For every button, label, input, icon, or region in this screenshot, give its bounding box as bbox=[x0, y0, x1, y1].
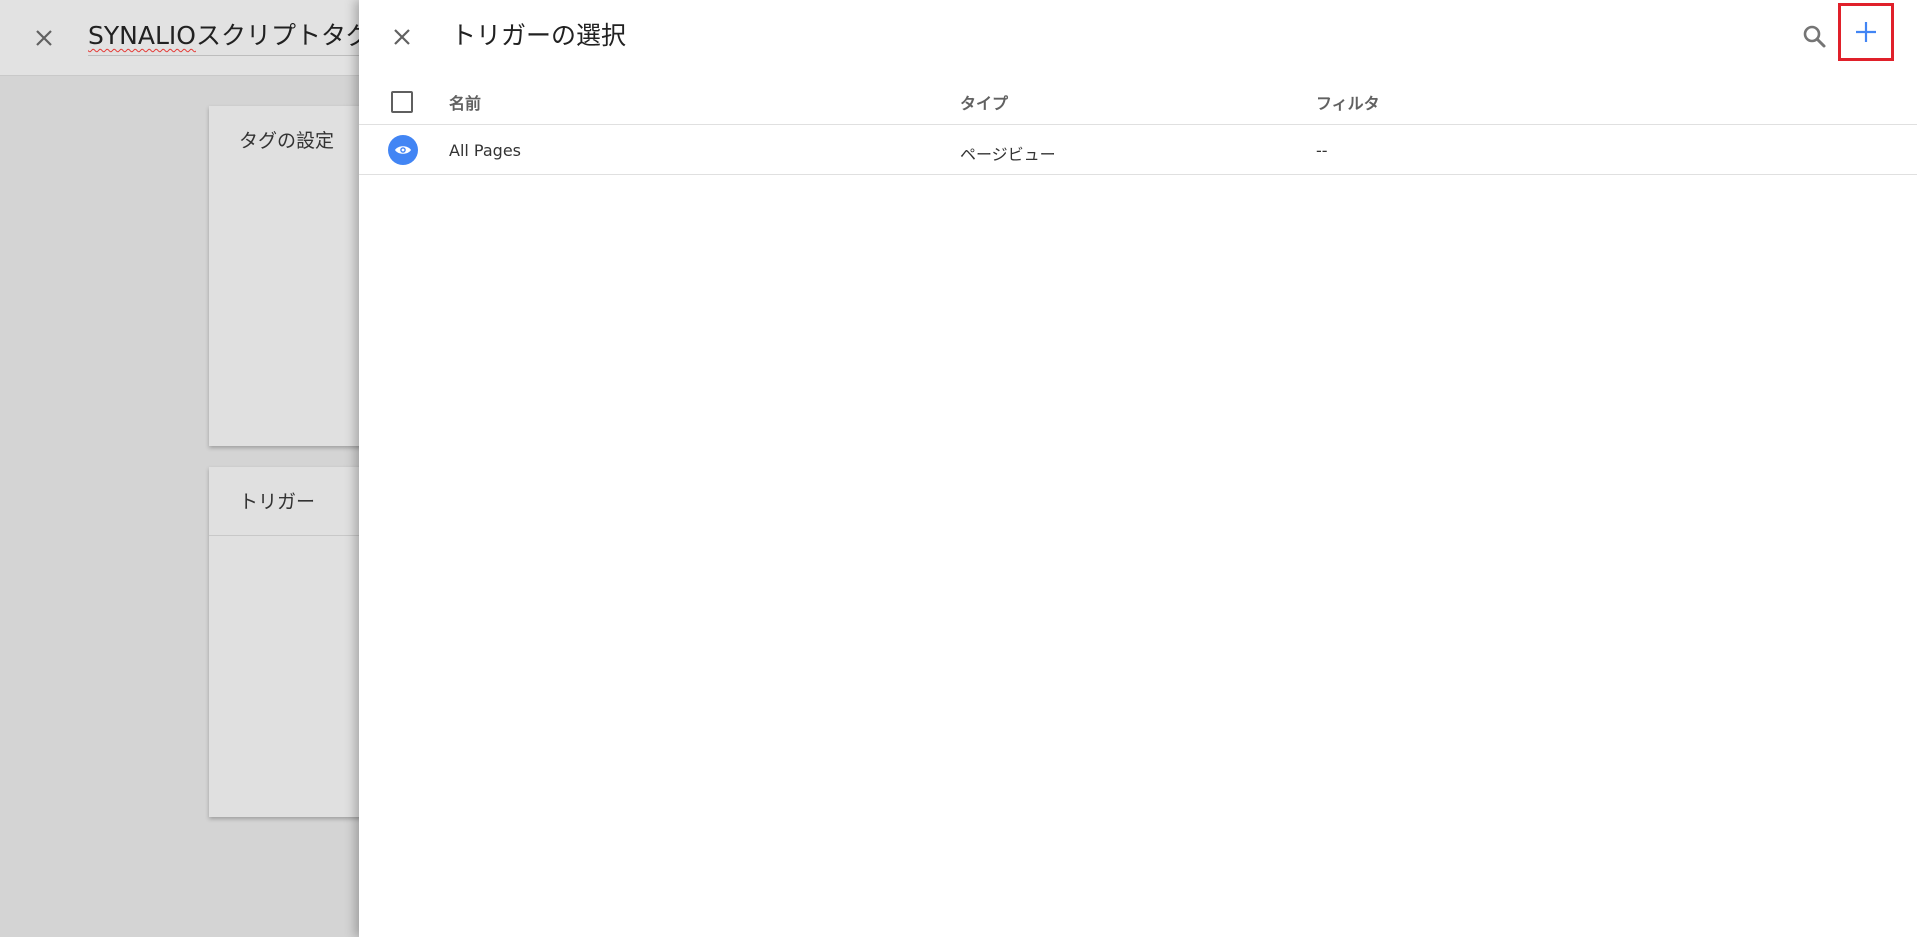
select-all-checkbox[interactable] bbox=[391, 91, 413, 113]
trigger-name: All Pages bbox=[449, 141, 521, 160]
table-header: 名前 タイプ フィルタ bbox=[359, 76, 1917, 125]
panel-title: トリガーの選択 bbox=[451, 21, 627, 50]
close-icon[interactable] bbox=[387, 22, 417, 52]
background-tag-name-input[interactable]: SYNALIOスクリプトタグ bbox=[88, 18, 388, 56]
tag-settings-card-title: タグの設定 bbox=[239, 130, 335, 152]
add-trigger-button[interactable] bbox=[1838, 3, 1894, 61]
background-close-icon[interactable] bbox=[30, 24, 58, 52]
eye-icon bbox=[388, 135, 418, 165]
plus-icon bbox=[1856, 22, 1876, 42]
table-row[interactable]: All Pages ページビュー -- bbox=[359, 125, 1917, 175]
trigger-selection-panel: トリガーの選択 名前 タイプ フィルタ All Pages ページビュー -- bbox=[359, 0, 1917, 937]
trigger-card-title: トリガー bbox=[239, 491, 316, 513]
column-header-name[interactable]: 名前 bbox=[449, 90, 481, 114]
search-icon[interactable] bbox=[1798, 20, 1832, 54]
tag-name-marked-text: SYNALIO bbox=[88, 21, 196, 50]
tag-name-rest-text: スクリプトタグ bbox=[195, 21, 371, 50]
column-header-filter[interactable]: フィルタ bbox=[1316, 90, 1380, 114]
column-header-type[interactable]: タイプ bbox=[960, 90, 1008, 114]
trigger-type: ページビュー bbox=[960, 145, 1056, 164]
trigger-filter: -- bbox=[1316, 141, 1328, 160]
